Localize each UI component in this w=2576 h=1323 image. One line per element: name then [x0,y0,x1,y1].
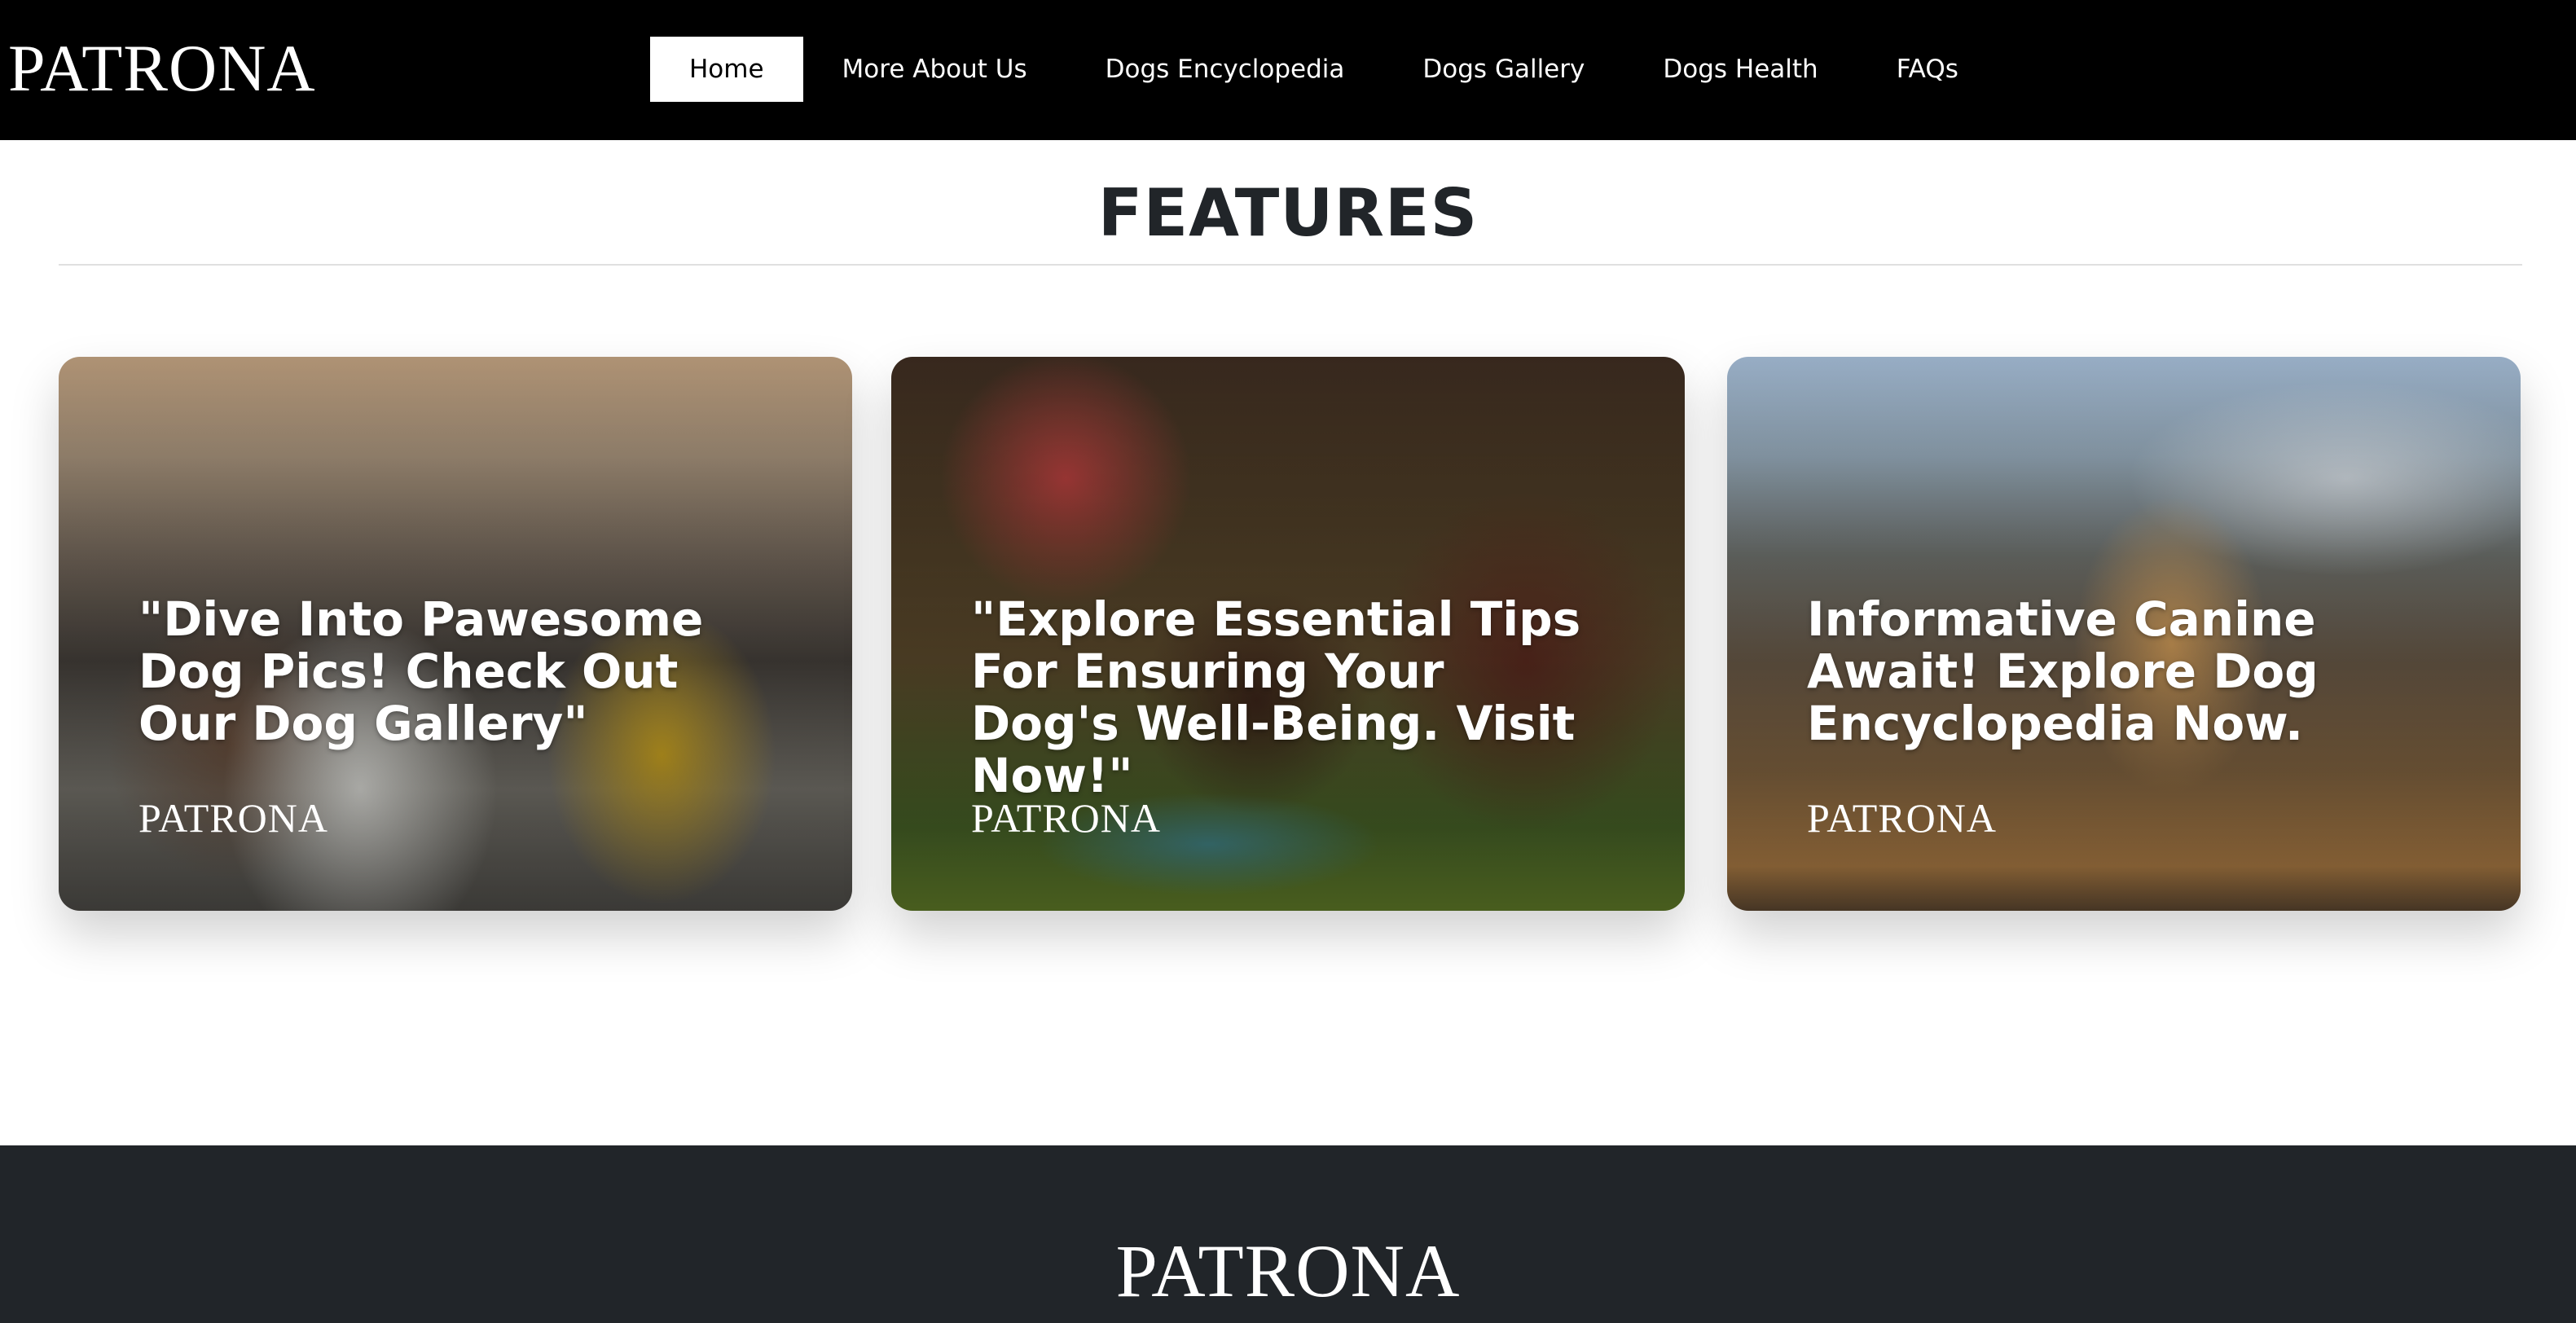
footer: PATRONA [0,1145,2576,1323]
feature-card-dogs-health[interactable]: "Explore Essential Tips For Ensuring You… [891,357,1685,911]
nav-item-more-about-us[interactable]: More About Us [803,37,1066,102]
brand-logo[interactable]: PATRONA [8,29,316,108]
card-logo: PATRONA [1807,795,1998,841]
feature-card-dog-encyclopedia[interactable]: Informative Canine Await! Explore Dog En… [1727,357,2521,911]
features-heading: FEATURES [1097,175,1479,251]
nav-item-dogs-health[interactable]: Dogs Health [1624,37,1857,102]
nav-item-dogs-encyclopedia[interactable]: Dogs Encyclopedia [1066,37,1384,102]
nav-item-dogs-gallery[interactable]: Dogs Gallery [1383,37,1624,102]
feature-card-dog-gallery[interactable]: "Dive Into Pawesome Dog Pics! Check Out … [59,357,852,911]
navbar: PATRONA Home More About Us Dogs Encyclop… [0,0,2576,140]
card-title: "Dive Into Pawesome Dog Pics! Check Out … [138,591,704,751]
nav-item-faqs[interactable]: FAQs [1857,37,1998,102]
nav-item-home[interactable]: Home [650,37,803,102]
card-logo: PATRONA [971,795,1162,841]
features-divider [59,264,2522,266]
card-title: "Explore Essential Tips For Ensuring You… [971,591,1581,803]
card-title: Informative Canine Await! Explore Dog En… [1807,591,2319,751]
footer-brand-logo: PATRONA [1115,1229,1461,1312]
card-logo: PATRONA [138,795,329,841]
main-nav: Home More About Us Dogs Encyclopedia Dog… [650,37,1998,102]
